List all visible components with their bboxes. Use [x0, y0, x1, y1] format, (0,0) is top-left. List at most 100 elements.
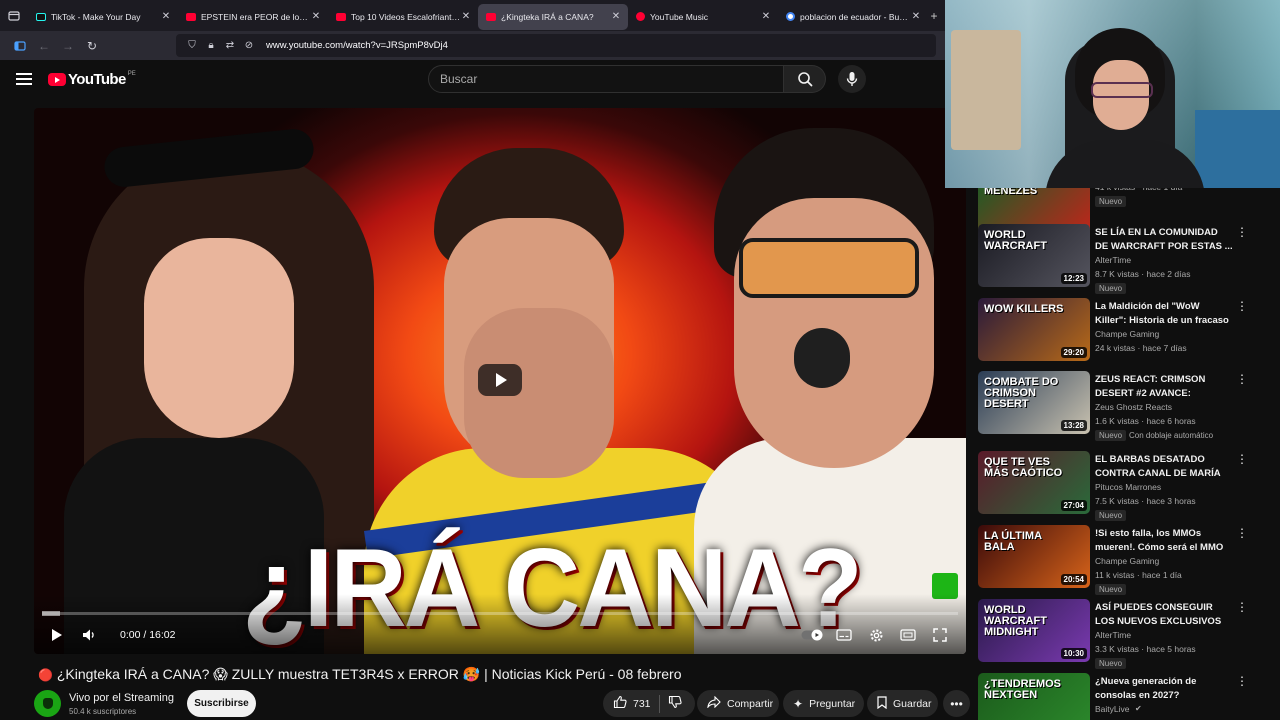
channel-name[interactable]: Pitucos Marrones [1095, 482, 1161, 492]
recommended-video[interactable]: WORLD WARCRAFT 12:23 SE LÍA EN LA COMUNIDA… [976, 224, 1280, 298]
channel-name[interactable]: Vivo por el Streaming [69, 692, 174, 704]
youtube-logo[interactable]: YouTube PE [48, 71, 136, 88]
fullscreen-button[interactable] [930, 624, 950, 646]
close-tab-icon[interactable]: ✕ [160, 11, 172, 22]
lock-icon[interactable]: 🔒︎ [203, 40, 219, 51]
dislike-button[interactable] [668, 695, 682, 712]
play-icon [52, 629, 62, 641]
search-input[interactable]: Buscar [428, 65, 784, 93]
video-player[interactable]: ¿IRÁ CANA? 0:00 / 16:02 [34, 108, 966, 654]
search-bar: Buscar [428, 65, 826, 93]
google-icon [786, 12, 795, 21]
more-vertical-icon[interactable]: ⋮ [1236, 453, 1248, 465]
close-tab-icon[interactable]: ✕ [460, 11, 472, 22]
youtube-icon [336, 12, 346, 21]
browser-tab[interactable]: ¿Kingteka IRÁ a CANA? ✕ [478, 3, 628, 30]
video-title-text: ¿Kingteka IRÁ a CANA? 😱 ZULLY muestra TE… [56, 666, 682, 682]
theater-mode-button[interactable] [898, 624, 918, 646]
video-thumbnail[interactable]: WORLD WARCRAFT 12:23 [978, 224, 1090, 287]
thumbnail-face-left [144, 238, 294, 438]
voice-search-button[interactable] [838, 65, 866, 93]
more-vertical-icon[interactable]: ⋮ [1236, 300, 1248, 312]
video-title[interactable]: SE LÍA EN LA COMUNIDAD DE WARCRAFT POR E… [1095, 226, 1233, 253]
channel-name[interactable]: AlterTime [1095, 255, 1131, 265]
menu-icon[interactable] [14, 70, 34, 90]
thumbnail-glasses [739, 238, 919, 298]
recommended-video[interactable]: WORLD WARCRAFT MIDNIGHT 10:30 ASÍ PUEDES C… [976, 599, 1280, 673]
more-vertical-icon[interactable]: ⋮ [1236, 226, 1248, 238]
duration-badge: 10:30 [1060, 648, 1087, 659]
video-thumbnail[interactable]: QUE TE VES MÁS CAÓTICO 27:04 [978, 451, 1090, 514]
tab-list-icon[interactable] [0, 0, 28, 31]
video-thumbnail[interactable]: WORLD WARCRAFT MIDNIGHT 10:30 [978, 599, 1090, 662]
video-thumbnail[interactable]: LA ÚLTIMA BALA 20:54 [978, 525, 1090, 588]
recommended-video[interactable]: COMBATE DO CRIMSON DESERT 13:28 ZEUS REACT… [976, 371, 1280, 445]
search-button[interactable] [784, 65, 826, 93]
like-count: 731 [633, 697, 651, 710]
browser-tab[interactable]: YouTube Music ✕ [628, 4, 778, 30]
video-title[interactable]: ¿Nueva generación de consolas en 2027? [1095, 675, 1233, 702]
gear-icon [869, 628, 883, 642]
volume-button[interactable] [80, 624, 98, 646]
channel-name[interactable]: Champe Gaming [1095, 556, 1159, 566]
more-actions-button[interactable]: ••• [943, 690, 970, 717]
subscribe-button[interactable]: Suscribirse [187, 690, 256, 717]
video-title[interactable]: ZEUS REACT: CRIMSON DESERT #2 AVANCE: CO… [1095, 373, 1233, 401]
more-vertical-icon[interactable]: ⋮ [1236, 675, 1248, 687]
play-button[interactable] [48, 624, 66, 646]
like-button[interactable] [613, 695, 627, 712]
close-tab-icon[interactable]: ✕ [610, 11, 622, 22]
more-vertical-icon[interactable]: ⋮ [1236, 373, 1248, 385]
browser-tab[interactable]: Top 10 Videos Escalofriantes De✕ [328, 4, 478, 30]
reload-button[interactable]: ↻ [80, 34, 104, 58]
ask-button[interactable]: ✦ Preguntar [783, 690, 864, 717]
recommended-video[interactable]: LA ÚLTIMA BALA 20:54 !Si esto falla, los M… [976, 525, 1280, 599]
address-bar[interactable]: ⛉ 🔒︎ ⇄ ⊘ www.youtube.com/watch?v=JRSpmP8… [176, 34, 936, 57]
browser-tab[interactable]: EPSTEIN era PEOR de lo que CR✕ [178, 4, 328, 30]
browser-tab[interactable]: TikTok - Make Your Day ✕ [28, 4, 178, 30]
channel-name[interactable]: BaityLive [1095, 704, 1130, 714]
duration-badge: 27:04 [1060, 500, 1087, 511]
new-badge: Nuevo [1095, 510, 1127, 521]
more-vertical-icon[interactable]: ⋮ [1236, 527, 1248, 539]
recommended-video[interactable]: WOW KILLERS 29:20 La Maldición del "WoW Ki… [976, 298, 1280, 372]
duration-badge: 12:23 [1060, 273, 1087, 284]
save-button[interactable]: Guardar [867, 690, 938, 717]
share-icon [707, 695, 721, 711]
close-tab-icon[interactable]: ✕ [310, 11, 322, 22]
more-vertical-icon[interactable]: ⋮ [1236, 601, 1248, 613]
autoplay-toggle[interactable] [800, 624, 824, 646]
channel-name[interactable]: Zeus Ghostz Reacts [1095, 402, 1172, 412]
sidebar-toggle-icon[interactable] [8, 34, 32, 58]
back-button[interactable]: ← [32, 34, 56, 58]
video-title[interactable]: La Maldición del "WoW Killer": Historia … [1095, 300, 1233, 328]
channel-avatar[interactable] [34, 690, 61, 717]
large-play-button[interactable] [478, 364, 522, 396]
thumbnail-text: LA ÚLTIMA BALA [984, 530, 1042, 553]
video-thumbnail[interactable]: WOW KILLERS 29:20 [978, 298, 1090, 361]
forward-button[interactable]: → [56, 34, 80, 58]
video-title[interactable]: !Si esto falla, los MMOs mueren!. Cómo s… [1095, 527, 1233, 555]
share-button[interactable]: Compartir [697, 690, 779, 717]
recommended-video[interactable]: ¿TENDREMOS NEXTGEN ¿Nueva generación de c… [976, 673, 1280, 720]
progress-bar[interactable] [42, 611, 958, 616]
subtitles-button[interactable] [834, 624, 854, 646]
channel-name[interactable]: Champe Gaming [1095, 329, 1159, 339]
permissions-icon[interactable]: ⇄ [222, 40, 238, 51]
video-thumbnail[interactable]: COMBATE DO CRIMSON DESERT 13:28 [978, 371, 1090, 434]
new-tab-button[interactable]: + [928, 9, 940, 23]
autoplay-blocked-icon[interactable]: ⊘ [241, 40, 257, 51]
settings-button[interactable] [866, 624, 886, 646]
channel-name[interactable]: AlterTime [1095, 630, 1131, 640]
tracking-shield-icon[interactable]: ⛉ [184, 40, 200, 51]
recommended-video[interactable]: QUE TE VES MÁS CAÓTICO 27:04 EL BARBAS DES… [976, 451, 1280, 525]
search-icon [797, 72, 812, 87]
video-thumbnail[interactable]: ¿TENDREMOS NEXTGEN [978, 673, 1090, 720]
close-tab-icon[interactable]: ✕ [910, 11, 922, 22]
new-badge: Nuevo [1095, 658, 1127, 669]
thumbnail-text: WOW KILLERS [984, 303, 1064, 315]
close-tab-icon[interactable]: ✕ [760, 11, 772, 22]
video-title[interactable]: EL BARBAS DESATADO CONTRA CANAL DE MARÍA… [1095, 453, 1233, 481]
video-title[interactable]: ASÍ PUEDES CONSEGUIR LOS NUEVOS EXCLUSIV… [1095, 601, 1233, 629]
browser-tab[interactable]: poblacion de ecuador - Buscar ✕ [778, 4, 928, 30]
